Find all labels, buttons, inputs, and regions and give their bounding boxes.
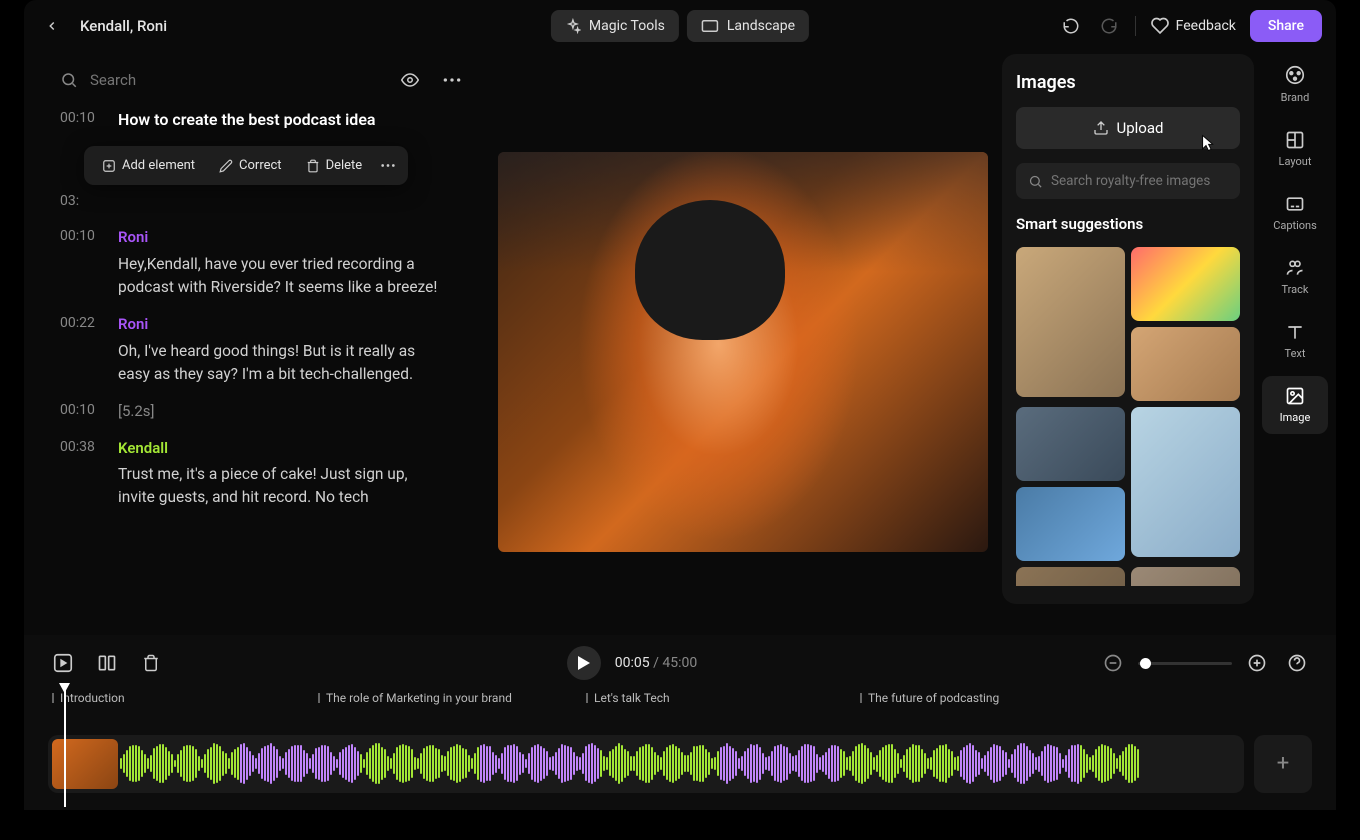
feedback-label: Feedback — [1176, 18, 1236, 34]
image-search[interactable] — [1016, 163, 1240, 199]
timestamp: 00:38 — [60, 437, 104, 510]
images-panel: Images Upload Smart suggestions — [1002, 54, 1254, 604]
sidebar-brand[interactable]: Brand — [1262, 54, 1328, 114]
image-search-input[interactable] — [1051, 173, 1228, 189]
upload-button[interactable]: Upload — [1016, 107, 1240, 149]
suggestions-title: Smart suggestions — [1016, 215, 1240, 233]
cursor-icon — [1196, 131, 1216, 155]
image-grid — [1016, 247, 1240, 586]
transcript-segment[interactable]: 00:10 Roni Hey,Kendall, have you ever tr… — [60, 226, 484, 299]
top-bar: Kendall, Roni Magic Tools Landscape Feed… — [24, 0, 1336, 52]
play-button[interactable] — [567, 646, 601, 680]
zoom-slider[interactable] — [1138, 662, 1232, 665]
timestamp: 00:10 — [60, 400, 104, 423]
sidebar-captions[interactable]: Captions — [1262, 184, 1328, 242]
chapter-marker[interactable]: The role of Marketing in your brand — [318, 691, 512, 705]
transcript-segment[interactable]: 00:38 Kendall Trust me, it's a piece of … — [60, 437, 484, 510]
upload-label: Upload — [1117, 119, 1164, 137]
help-button[interactable] — [1282, 648, 1312, 678]
split-button[interactable] — [92, 648, 122, 678]
playhead[interactable] — [64, 685, 66, 807]
image-thumb[interactable] — [1016, 567, 1125, 586]
timestamp: 00:22 — [60, 313, 104, 386]
aspect-label: Landscape — [727, 18, 795, 34]
search-icon — [60, 71, 78, 89]
toolbar-more-button[interactable] — [376, 152, 400, 179]
add-element-button[interactable]: Add element — [92, 152, 205, 179]
transcript-panel: 00:10 How to create the best podcast ide… — [24, 52, 484, 635]
undo-button[interactable] — [1059, 14, 1083, 38]
track-thumbnail — [52, 739, 118, 789]
more-button[interactable] — [440, 68, 464, 92]
image-thumb[interactable] — [1131, 407, 1240, 557]
zoom-in-button[interactable] — [1242, 648, 1272, 678]
chapter-markers: Introduction The role of Marketing in yo… — [24, 691, 1336, 717]
silence-segment[interactable]: 00:10 [5.2s] — [60, 400, 484, 423]
sidebar-layout[interactable]: Layout — [1262, 120, 1328, 178]
correct-button[interactable]: Correct — [209, 152, 292, 179]
transcript-text: Trust me, it's a piece of cake! Just sig… — [118, 463, 448, 510]
time-display: 00:05 / 45:00 — [615, 655, 697, 671]
transcript-search-input[interactable] — [90, 71, 386, 89]
delete-button[interactable]: Delete — [296, 152, 373, 179]
image-thumb[interactable] — [1131, 247, 1240, 321]
image-thumb[interactable] — [1016, 247, 1125, 397]
panel-title: Images — [1016, 72, 1240, 93]
visibility-button[interactable] — [398, 68, 422, 92]
project-title: Kendall, Roni — [80, 17, 167, 35]
audio-track[interactable] — [48, 735, 1244, 793]
clip-button[interactable] — [48, 648, 78, 678]
redo-button[interactable] — [1097, 14, 1121, 38]
sidebar-image[interactable]: Image — [1262, 376, 1328, 434]
image-thumb[interactable] — [1131, 327, 1240, 401]
speaker-name: Roni — [118, 313, 448, 336]
video-preview[interactable] — [498, 152, 988, 552]
timestamp: 03: — [60, 191, 104, 212]
timeline-delete-button[interactable] — [136, 648, 166, 678]
divider — [1135, 16, 1136, 36]
share-button[interactable]: Share — [1250, 10, 1322, 42]
chapter-marker[interactable]: Introduction — [52, 691, 125, 705]
magic-tools-label: Magic Tools — [589, 18, 665, 34]
image-thumb[interactable] — [1016, 407, 1125, 481]
right-sidebar: Brand Layout Captions Track Text Image — [1262, 52, 1336, 635]
back-button[interactable] — [38, 12, 66, 40]
image-thumb[interactable] — [1016, 487, 1125, 561]
silence-label: [5.2s] — [118, 400, 155, 423]
magic-tools-button[interactable]: Magic Tools — [551, 10, 679, 42]
aspect-button[interactable]: Landscape — [687, 10, 809, 42]
feedback-button[interactable]: Feedback — [1150, 16, 1236, 36]
add-track-button[interactable]: + — [1254, 735, 1312, 793]
chapter-marker[interactable]: The future of podcasting — [860, 691, 999, 705]
chapter-marker[interactable]: Let's talk Tech — [586, 691, 670, 705]
transcript-text: Oh, I've heard good things! But is it re… — [118, 340, 448, 387]
speaker-name: Kendall — [118, 437, 448, 460]
sidebar-text[interactable]: Text — [1262, 312, 1328, 370]
segment-toolbar: Add element Correct Delete — [84, 146, 408, 185]
image-thumb[interactable] — [1131, 567, 1240, 586]
speaker-name: Roni — [118, 226, 448, 249]
timestamp: 00:10 — [60, 226, 104, 299]
zoom-out-button[interactable] — [1098, 648, 1128, 678]
timestamp: 00:10 — [60, 108, 104, 132]
transcript-segment[interactable]: 00:22 Roni Oh, I've heard good things! B… — [60, 313, 484, 386]
segment-title[interactable]: How to create the best podcast idea — [118, 108, 376, 132]
timeline-panel: 00:05 / 45:00 Introduction The role of M… — [24, 635, 1336, 810]
sidebar-track[interactable]: Track — [1262, 248, 1328, 306]
transcript-text: Hey,Kendall, have you ever tried recordi… — [118, 253, 448, 300]
waveform — [120, 742, 1240, 786]
